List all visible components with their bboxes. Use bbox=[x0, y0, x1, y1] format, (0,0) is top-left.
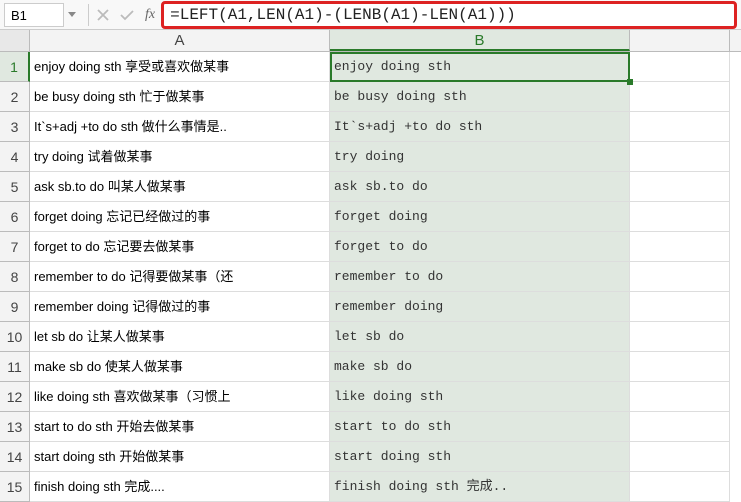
cell-c[interactable] bbox=[630, 472, 730, 502]
table-row: 6forget doing 忘记已经做过的事forget doing bbox=[0, 202, 741, 232]
cell-b[interactable]: enjoy doing sth bbox=[330, 52, 630, 82]
cell-c[interactable] bbox=[630, 322, 730, 352]
cell-a[interactable]: start doing sth 开始做某事 bbox=[30, 442, 330, 472]
cell-b[interactable]: remember doing bbox=[330, 292, 630, 322]
table-row: 10let sb do 让某人做某事let sb do bbox=[0, 322, 741, 352]
fx-icon[interactable]: fx bbox=[145, 7, 155, 23]
cell-c[interactable] bbox=[630, 172, 730, 202]
cell-c[interactable] bbox=[630, 112, 730, 142]
cell-c[interactable] bbox=[630, 412, 730, 442]
row-header[interactable]: 3 bbox=[0, 112, 30, 142]
table-row: 1enjoy doing sth 享受或喜欢做某事enjoy doing sth bbox=[0, 52, 741, 82]
cell-a[interactable]: ask sb.to do 叫某人做某事 bbox=[30, 172, 330, 202]
row-header[interactable]: 9 bbox=[0, 292, 30, 322]
column-header-c[interactable] bbox=[630, 30, 730, 51]
cancel-icon[interactable] bbox=[91, 3, 115, 27]
name-box[interactable]: B1 bbox=[4, 3, 64, 27]
select-all-corner[interactable] bbox=[0, 30, 30, 51]
table-row: 7forget to do 忘记要去做某事forget to do bbox=[0, 232, 741, 262]
enter-icon[interactable] bbox=[115, 3, 139, 27]
row-header[interactable]: 15 bbox=[0, 472, 30, 502]
table-row: 5ask sb.to do 叫某人做某事ask sb.to do bbox=[0, 172, 741, 202]
row-header[interactable]: 7 bbox=[0, 232, 30, 262]
cell-c[interactable] bbox=[630, 262, 730, 292]
table-row: 4try doing 试着做某事try doing bbox=[0, 142, 741, 172]
fill-handle[interactable] bbox=[627, 79, 633, 85]
row-header[interactable]: 13 bbox=[0, 412, 30, 442]
cell-b[interactable]: ask sb.to do bbox=[330, 172, 630, 202]
row-header[interactable]: 10 bbox=[0, 322, 30, 352]
cell-a[interactable]: let sb do 让某人做某事 bbox=[30, 322, 330, 352]
cell-b[interactable]: remember to do bbox=[330, 262, 630, 292]
formula-input[interactable]: =LEFT(A1,LEN(A1)-(LENB(A1)-LEN(A1))) bbox=[161, 1, 737, 29]
cell-b[interactable]: finish doing sth 完成.. bbox=[330, 472, 630, 502]
cell-c[interactable] bbox=[630, 382, 730, 412]
cell-c[interactable] bbox=[630, 202, 730, 232]
cell-b[interactable]: start doing sth bbox=[330, 442, 630, 472]
cell-c[interactable] bbox=[630, 52, 730, 82]
cell-a[interactable]: remember to do 记得要做某事（还 bbox=[30, 262, 330, 292]
table-row: 15finish doing sth 完成....finish doing st… bbox=[0, 472, 741, 502]
cell-b[interactable]: try doing bbox=[330, 142, 630, 172]
cell-a[interactable]: like doing sth 喜欢做某事（习惯上 bbox=[30, 382, 330, 412]
cell-b[interactable]: like doing sth bbox=[330, 382, 630, 412]
row-header[interactable]: 4 bbox=[0, 142, 30, 172]
column-headers: A B bbox=[0, 30, 741, 52]
grid: 1enjoy doing sth 享受或喜欢做某事enjoy doing sth… bbox=[0, 52, 741, 502]
row-header[interactable]: 8 bbox=[0, 262, 30, 292]
cell-b[interactable]: make sb do bbox=[330, 352, 630, 382]
table-row: 8remember to do 记得要做某事（还remember to do bbox=[0, 262, 741, 292]
row-header[interactable]: 12 bbox=[0, 382, 30, 412]
column-header-a[interactable]: A bbox=[30, 30, 330, 51]
cell-c[interactable] bbox=[630, 352, 730, 382]
cell-a[interactable]: forget to do 忘记要去做某事 bbox=[30, 232, 330, 262]
divider bbox=[88, 4, 89, 26]
table-row: 2be busy doing sth 忙于做某事be busy doing st… bbox=[0, 82, 741, 112]
formula-bar: B1 fx =LEFT(A1,LEN(A1)-(LENB(A1)-LEN(A1)… bbox=[0, 0, 741, 30]
row-header[interactable]: 6 bbox=[0, 202, 30, 232]
cell-c[interactable] bbox=[630, 82, 730, 112]
cell-c[interactable] bbox=[630, 142, 730, 172]
cell-a[interactable]: It`s+adj +to do sth 做什么事情是.. bbox=[30, 112, 330, 142]
table-row: 14start doing sth 开始做某事start doing sth bbox=[0, 442, 741, 472]
cell-b[interactable]: be busy doing sth bbox=[330, 82, 630, 112]
cell-a[interactable]: be busy doing sth 忙于做某事 bbox=[30, 82, 330, 112]
cell-b[interactable]: forget to do bbox=[330, 232, 630, 262]
cell-c[interactable] bbox=[630, 442, 730, 472]
name-box-dropdown-icon[interactable] bbox=[68, 12, 76, 17]
cell-b[interactable]: forget doing bbox=[330, 202, 630, 232]
cell-b[interactable]: let sb do bbox=[330, 322, 630, 352]
cell-a[interactable]: forget doing 忘记已经做过的事 bbox=[30, 202, 330, 232]
cell-a[interactable]: finish doing sth 完成.... bbox=[30, 472, 330, 502]
cell-a[interactable]: make sb do 使某人做某事 bbox=[30, 352, 330, 382]
cell-c[interactable] bbox=[630, 232, 730, 262]
row-header[interactable]: 11 bbox=[0, 352, 30, 382]
cell-a[interactable]: remember doing 记得做过的事 bbox=[30, 292, 330, 322]
cell-b[interactable]: start to do sth bbox=[330, 412, 630, 442]
table-row: 11make sb do 使某人做某事make sb do bbox=[0, 352, 741, 382]
table-row: 13start to do sth 开始去做某事start to do sth bbox=[0, 412, 741, 442]
row-header[interactable]: 14 bbox=[0, 442, 30, 472]
cell-a[interactable]: start to do sth 开始去做某事 bbox=[30, 412, 330, 442]
cell-b[interactable]: It`s+adj +to do sth bbox=[330, 112, 630, 142]
cell-a[interactable]: enjoy doing sth 享受或喜欢做某事 bbox=[30, 52, 330, 82]
row-header[interactable]: 2 bbox=[0, 82, 30, 112]
row-header[interactable]: 5 bbox=[0, 172, 30, 202]
row-header[interactable]: 1 bbox=[0, 52, 30, 82]
cell-a[interactable]: try doing 试着做某事 bbox=[30, 142, 330, 172]
table-row: 3It`s+adj +to do sth 做什么事情是..It`s+adj +t… bbox=[0, 112, 741, 142]
column-header-b[interactable]: B bbox=[330, 30, 630, 51]
cell-c[interactable] bbox=[630, 292, 730, 322]
table-row: 12like doing sth 喜欢做某事（习惯上like doing sth bbox=[0, 382, 741, 412]
table-row: 9remember doing 记得做过的事remember doing bbox=[0, 292, 741, 322]
